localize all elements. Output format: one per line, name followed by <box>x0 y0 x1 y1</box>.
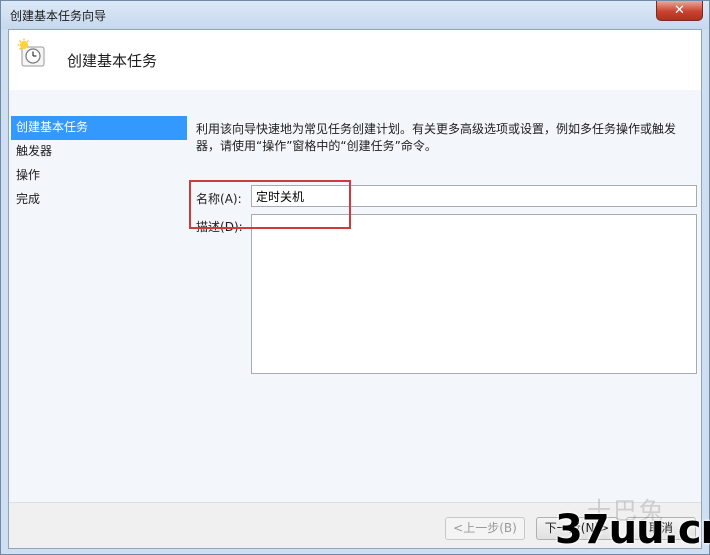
wizard-client: 创建基本任务 创建基本任务 触发器 操作 完成 利用该向导快速地为常见任务创建计… <box>8 29 702 549</box>
page-title: 创建基本任务 <box>67 52 158 70</box>
wizard-footer: <上一步(B) 下一步(N)> 取消 <box>9 502 701 548</box>
wizard-nav: 创建基本任务 触发器 操作 完成 <box>11 116 187 212</box>
wizard-body: 创建基本任务 触发器 操作 完成 利用该向导快速地为常见任务创建计划。有关更多高… <box>9 90 701 502</box>
description-field[interactable] <box>251 214 697 374</box>
description-label-accel: (D): <box>220 220 243 234</box>
next-button[interactable]: 下一步(N)> <box>536 517 618 540</box>
nav-item-trigger[interactable]: 触发器 <box>11 140 187 164</box>
description-line-2: 器，请使用“操作”窗格中的“创建任务”命令。 <box>196 139 437 153</box>
wizard-header: 创建基本任务 <box>9 30 701 90</box>
back-button[interactable]: <上一步(B) <box>445 517 525 540</box>
cancel-button[interactable]: 取消 <box>626 517 696 540</box>
task-wizard-window: 创建基本任务向导 ✕ 创建基本任务 创建基本任务 触发器 操作 完成 利用该向导… <box>0 0 710 555</box>
clock-task-icon <box>17 38 45 67</box>
description-label: 描述(D): <box>196 218 243 235</box>
window-title: 创建基本任务向导 <box>10 9 107 23</box>
close-button[interactable]: ✕ <box>656 1 703 21</box>
name-label-accel: (A): <box>220 192 242 206</box>
wizard-description: 利用该向导快速地为常见任务创建计划。有关更多高级选项或设置，例如多任务操作或触发… <box>196 121 696 155</box>
name-label-text: 名称 <box>196 192 221 206</box>
name-field[interactable] <box>251 185 697 207</box>
description-label-text: 描述 <box>196 220 221 234</box>
nav-item-finish[interactable]: 完成 <box>11 188 187 212</box>
description-line-1: 利用该向导快速地为常见任务创建计划。有关更多高级选项或设置，例如多任务操作或触发 <box>196 122 677 136</box>
nav-item-create-basic-task[interactable]: 创建基本任务 <box>11 116 187 140</box>
nav-item-action[interactable]: 操作 <box>11 164 187 188</box>
close-icon: ✕ <box>674 3 685 18</box>
name-label: 名称(A): <box>196 190 242 207</box>
title-bar[interactable]: 创建基本任务向导 ✕ <box>1 1 709 29</box>
